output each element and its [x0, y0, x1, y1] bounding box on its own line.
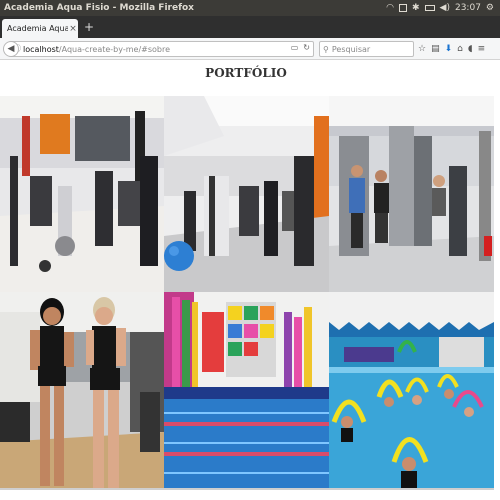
page-divider [0, 488, 494, 490]
wifi-icon[interactable]: ◠ [386, 3, 394, 13]
search-icon: ⚲ [323, 44, 329, 54]
url-bar[interactable]: ⓘ localhost/Aqua-create-by-me/#sobre ▭ ↻ [10, 41, 314, 57]
menu-icon[interactable]: ≡ [478, 44, 486, 54]
window-title: Academia Aqua Fisio - Mozilla Firefox [4, 3, 194, 13]
search-field[interactable]: ⚲ Pesquisar [319, 41, 414, 57]
tab-label: Academia Aqua Fisio [7, 24, 68, 33]
bookmark-star-icon[interactable]: ☆ [418, 44, 426, 54]
gym-photo-1[interactable] [0, 96, 164, 292]
page-content: PORTFÓLIO [0, 60, 500, 500]
home-icon[interactable]: ⌂ [457, 44, 463, 54]
tab-academia[interactable]: Academia Aqua Fisio × [2, 19, 78, 38]
aqua-class-photo[interactable] [329, 292, 494, 488]
pocket-icon[interactable]: ◖ [468, 44, 473, 54]
url-host: localhost [23, 44, 59, 54]
bluetooth-icon[interactable]: ✱ [412, 3, 420, 13]
settings-icon[interactable]: ⚙ [486, 3, 494, 13]
clock[interactable]: 23:07 [455, 3, 481, 13]
volume-icon[interactable]: ◀) [440, 3, 450, 13]
system-tray: ◠ ✱ ◀) 23:07 ⚙ [386, 3, 500, 13]
url-path: /Aqua-create-by-me/#sobre [58, 44, 171, 54]
page-title: PORTFÓLIO [205, 66, 287, 80]
tab-strip: Academia Aqua Fisio × + [0, 16, 500, 38]
keyboard-icon[interactable] [399, 4, 407, 12]
library-icon[interactable]: ▤ [431, 44, 440, 54]
new-tab-button[interactable]: + [82, 19, 96, 35]
reader-view-icon[interactable]: ▭ [291, 43, 299, 52]
download-icon[interactable]: ⬇ [445, 44, 453, 54]
trainers-photo[interactable] [0, 292, 164, 488]
close-tab-icon[interactable]: × [68, 24, 78, 34]
os-top-bar: Academia Aqua Fisio - Mozilla Firefox ◠ … [0, 0, 500, 16]
nav-toolbar: ⓘ localhost/Aqua-create-by-me/#sobre ▭ ↻… [0, 38, 500, 60]
pool-equipment-photo[interactable] [164, 292, 329, 488]
battery-icon[interactable] [424, 5, 435, 11]
reload-icon[interactable]: ↻ [303, 43, 310, 52]
search-placeholder: Pesquisar [331, 44, 371, 54]
gym-photo-3[interactable] [329, 96, 494, 292]
back-button[interactable]: ◀ [3, 41, 19, 57]
gym-photo-2[interactable] [164, 96, 329, 292]
toolbar-icons: ☆ ▤ ⬇ ⌂ ◖ ≡ [418, 41, 485, 57]
